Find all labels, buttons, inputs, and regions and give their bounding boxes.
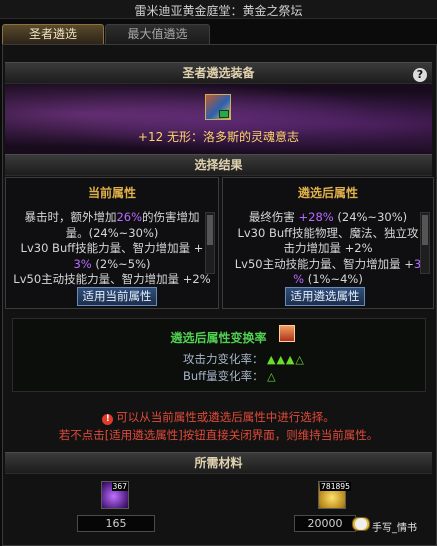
- attribute-line: 3% (2%~5%): [73, 256, 151, 271]
- attribute-line: Lv50主动技能力量、智力增加量 +2%: [13, 272, 211, 286]
- material-2-count: 781895: [320, 482, 351, 491]
- material-slot-1[interactable]: 367: [101, 481, 129, 509]
- buff-rate-indicator: △: [267, 370, 277, 383]
- attribute-line: 击力增加量 +2%: [283, 241, 373, 255]
- warning-icon: !: [102, 414, 114, 425]
- wechat-icon: [355, 518, 367, 530]
- attribute-line: 量。(24%~30%): [65, 225, 159, 240]
- warning-line-1: ! 可以从当前属性或遴选后属性中进行选择。: [0, 409, 437, 425]
- tab-saint-selection[interactable]: 圣者遴选: [2, 24, 104, 44]
- attribute-line: 暴击时，额外增加26%的伤害增加: [24, 210, 200, 224]
- current-attributes-list: 暴击时，额外增加26%的伤害增加 量。(24%~30%) Lv30 Buff技能…: [6, 210, 218, 288]
- tab-max-selection[interactable]: 最大值遴选: [105, 24, 210, 44]
- material-1-count: 367: [111, 482, 128, 491]
- apply-current-button[interactable]: 适用当前属性: [77, 287, 157, 306]
- buff-rate-label: Buff量变化率：: [183, 369, 264, 383]
- help-icon[interactable]: ?: [413, 68, 427, 82]
- change-rate-title: 遴选后属性变换率: [170, 331, 267, 345]
- attribute-line: 最终伤害 +28% (24%~30%): [248, 210, 408, 224]
- attack-rate-row: 攻击力变化率： ▲▲▲△: [183, 351, 305, 367]
- attribute-line: Lv50主动技能力量、智力增加量 +3: [234, 256, 422, 271]
- scrollbar-thumb[interactable]: [422, 215, 428, 245]
- current-attributes-panel: 当前属性 暴击时，额外增加26%的伤害增加 量。(24%~30%) Lv30 B…: [5, 177, 219, 309]
- attack-rate-indicator: ▲▲▲△: [267, 353, 305, 366]
- attribute-line: % (1%~4%): [293, 272, 363, 286]
- gem-icon: [219, 110, 229, 118]
- result-section-header: 选择结果: [5, 154, 432, 176]
- scrollbar[interactable]: [420, 212, 430, 274]
- info-card-icon[interactable]: [279, 325, 295, 342]
- selected-attributes-panel: 遴选后属性 最终伤害 +28% (24%~30%) Lv30 Buff技能物理、…: [222, 177, 434, 309]
- apply-selected-button[interactable]: 适用遴选属性: [285, 287, 365, 306]
- material-slot-2[interactable]: 781895: [318, 481, 351, 509]
- selected-attributes-title: 遴选后属性: [297, 186, 358, 200]
- equipment-section-header: 圣者遴选装备: [5, 62, 432, 84]
- window-title-bar: 雷米迪亚黄金庭堂：黄金之祭坛: [0, 0, 437, 19]
- equipment-name: +12 无形：洛多斯的灵魂意志: [137, 130, 300, 144]
- warning-line-2: 若不点击[适用遴选属性]按钮直接关闭界面，则维持当前属性。: [58, 428, 379, 442]
- attack-rate-label: 攻击力变化率：: [183, 352, 264, 366]
- attribute-line: Lv30 Buff技能力量、智力增加量 +: [20, 241, 204, 255]
- selected-attributes-list: 最终伤害 +28% (24%~30%) Lv30 Buff技能物理、魔法、独立攻…: [223, 210, 433, 288]
- buff-rate-row: Buff量变化率： △: [183, 368, 277, 384]
- equipment-slot[interactable]: [205, 94, 231, 120]
- material-2-value: 20000: [294, 515, 356, 532]
- watermark-text: 手写_情书: [372, 523, 417, 534]
- window-title: 雷米迪亚黄金庭堂：黄金之祭坛: [134, 4, 303, 18]
- materials-section-header: 所需材料: [5, 452, 432, 474]
- scrollbar[interactable]: [205, 212, 215, 274]
- current-attributes-title: 当前属性: [87, 186, 136, 200]
- material-1-value: 165: [77, 515, 155, 532]
- attribute-line: Lv30 Buff技能物理、魔法、独立攻: [237, 225, 419, 240]
- scrollbar-thumb[interactable]: [207, 215, 213, 245]
